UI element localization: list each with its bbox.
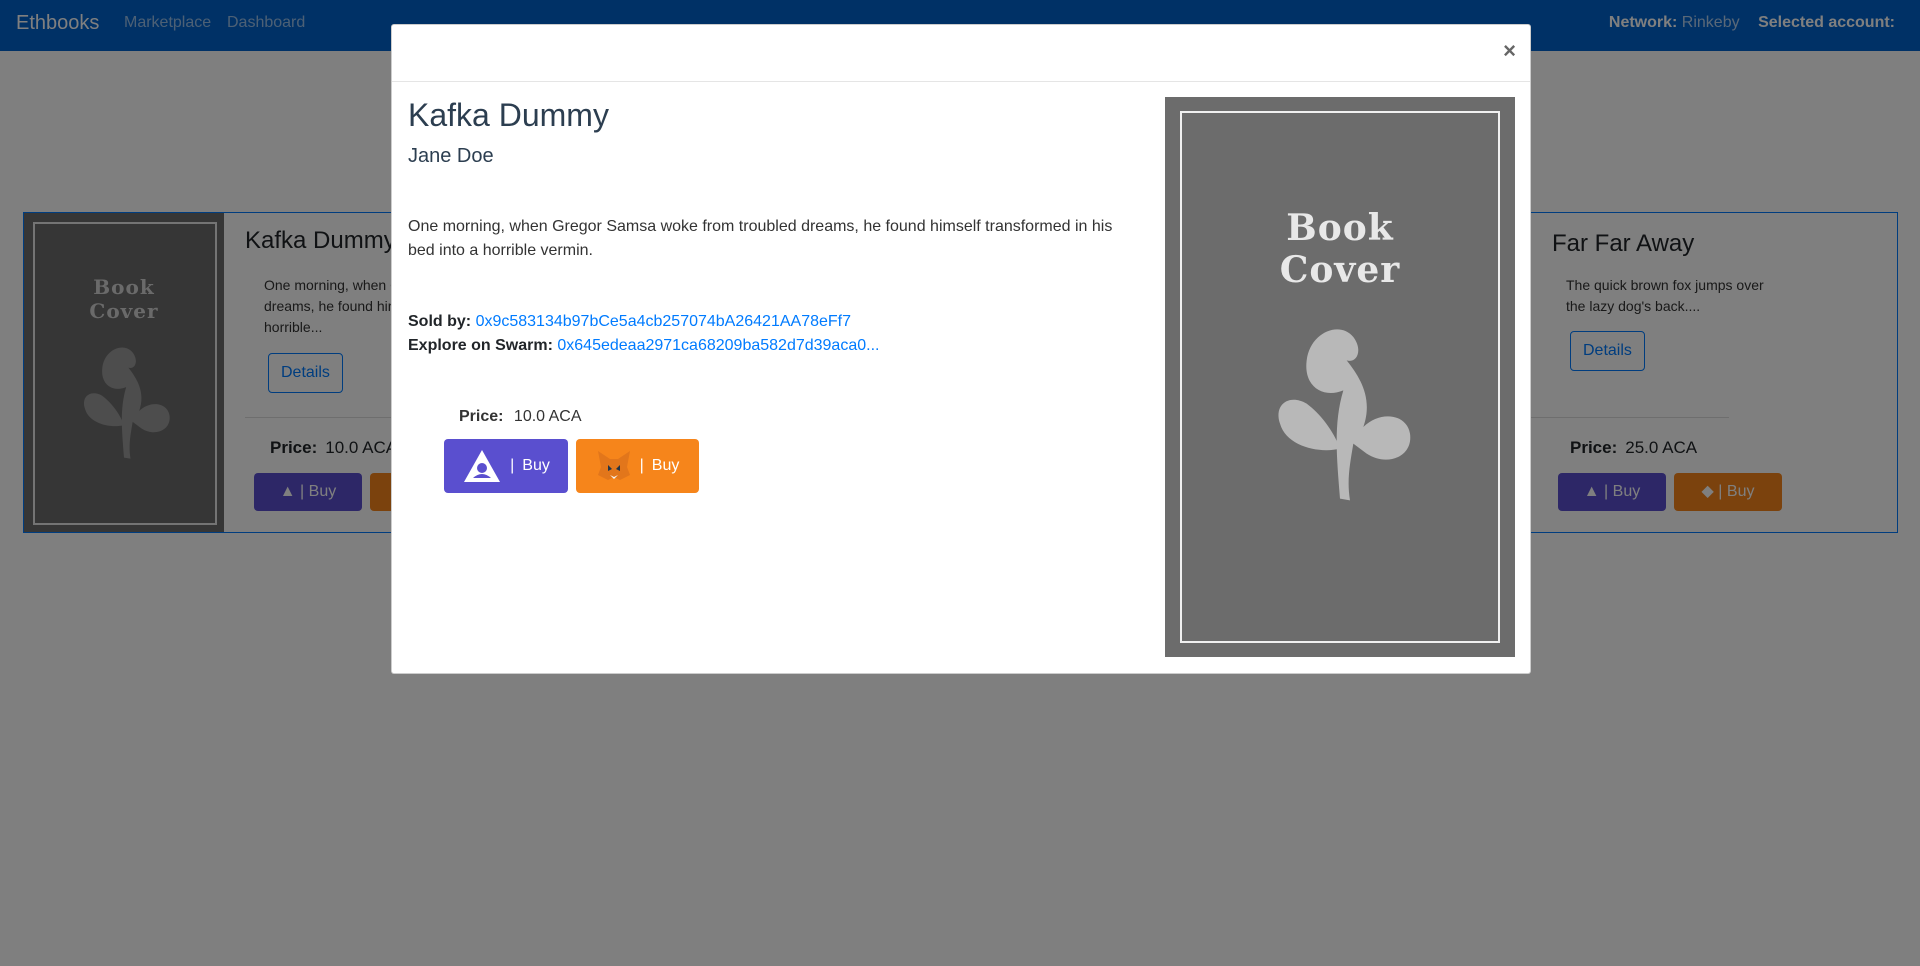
aca-icon [464, 450, 501, 482]
book-title: Kafka Dummy [408, 97, 609, 133]
sold-by-label: Sold by: [408, 313, 472, 330]
leaf-illustration-icon [1278, 329, 1411, 501]
seller-address-link[interactable]: 0x9c583134b97bCe5a4cb257074bA26421AA78eF… [476, 313, 851, 330]
price-label: Price: [459, 408, 504, 425]
buy-label: Buy [522, 457, 550, 474]
buy-label: Buy [651, 457, 680, 474]
sold-by-row: Sold by: 0x9c583134b97bCe5a4cb257074bA26… [408, 313, 851, 331]
modal-price: Price: 10.0 ACA [459, 408, 582, 426]
buy-aca-button[interactable]: | Buy [444, 439, 568, 493]
book-description: One morning, when Gregor Samsa woke from… [408, 218, 1113, 259]
cover-title: Book Cover [1279, 207, 1401, 291]
book-details-modal: × Kafka Dummy Jane Doe One morning, when… [391, 24, 1531, 674]
price-value: 10.0 ACA [513, 408, 582, 425]
book-author: Jane Doe [408, 145, 494, 167]
close-icon[interactable]: × [1503, 38, 1516, 64]
swarm-hash-link[interactable]: 0x645edeaa2971ca68209ba582d7d39aca0... [557, 337, 879, 354]
swarm-label: Explore on Swarm: [408, 337, 553, 354]
buy-metamask-button[interactable]: | Buy [576, 439, 699, 493]
modal-header: × [392, 25, 1530, 82]
metamask-fox-icon [597, 451, 630, 480]
book-cover-image: Book Cover [1165, 97, 1515, 657]
swarm-row: Explore on Swarm: 0x645edeaa2971ca68209b… [408, 337, 879, 355]
